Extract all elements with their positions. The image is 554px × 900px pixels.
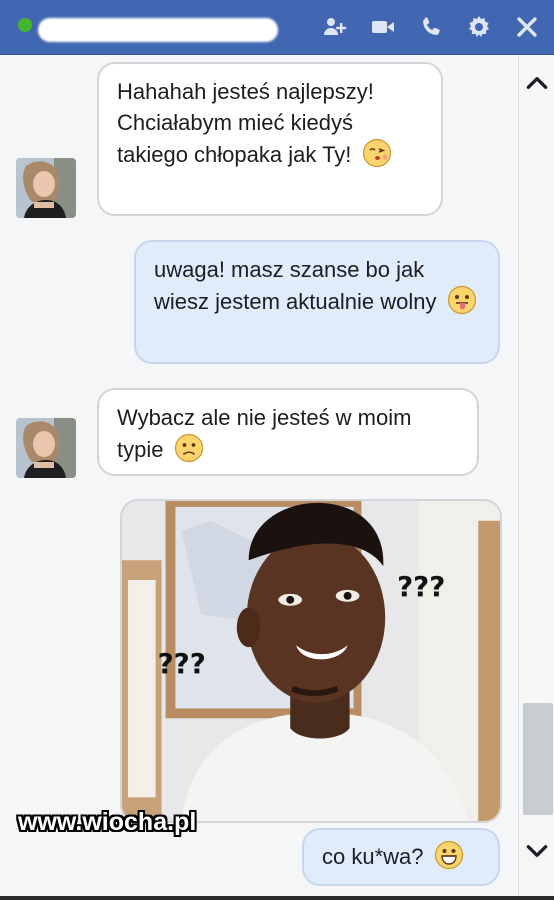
tongue-emoji-icon: [447, 285, 477, 315]
message-text: Hahahah jesteś najlepszy! Chciałabym mie…: [117, 79, 374, 167]
kiss-emoji-icon: [362, 138, 392, 168]
message-bubble-incoming[interactable]: Hahahah jesteś najlepszy! Chciałabym mie…: [97, 62, 443, 216]
contact-avatar[interactable]: [16, 158, 76, 218]
bottom-border: [0, 896, 554, 900]
message-bubble-outgoing[interactable]: co ku*wa?: [302, 828, 500, 886]
phone-call-icon[interactable]: [416, 12, 446, 42]
online-status-dot: [18, 18, 32, 32]
message-bubble-outgoing[interactable]: uwaga! masz szanse bo jak wiesz jestem a…: [134, 240, 500, 364]
frown-emoji-icon: [174, 433, 204, 463]
message-text: uwaga! masz szanse bo jak wiesz jestem a…: [154, 257, 437, 314]
close-icon[interactable]: [512, 12, 542, 42]
titlebar-actions: [320, 12, 542, 42]
question-marks-right: ???: [397, 570, 445, 603]
gear-icon[interactable]: [464, 12, 494, 42]
chat-titlebar: [0, 0, 554, 55]
scrollbar[interactable]: [518, 55, 554, 900]
add-person-icon[interactable]: [320, 12, 350, 42]
grin-emoji-icon: [434, 840, 464, 870]
scroll-up-chevron-icon[interactable]: [523, 69, 551, 97]
message-text: co ku*wa?: [322, 844, 424, 869]
scrollbar-thumb[interactable]: [523, 703, 553, 815]
site-watermark: www.wiocha.pl: [18, 808, 197, 836]
contact-avatar[interactable]: [16, 418, 76, 478]
message-thread[interactable]: Hahahah jesteś najlepszy! Chciałabym mie…: [0, 55, 518, 900]
scroll-down-chevron-icon[interactable]: [523, 837, 551, 865]
redacted-contact-name: [38, 18, 278, 42]
image-attachment[interactable]: ??? ???: [120, 499, 502, 823]
confused-man-meme-image: ??? ???: [122, 501, 500, 821]
message-bubble-incoming[interactable]: Wybacz ale nie jesteś w moim typie: [97, 388, 479, 476]
question-marks-left: ???: [158, 647, 206, 680]
message-text: Wybacz ale nie jesteś w moim typie: [117, 405, 412, 462]
video-call-icon[interactable]: [368, 12, 398, 42]
